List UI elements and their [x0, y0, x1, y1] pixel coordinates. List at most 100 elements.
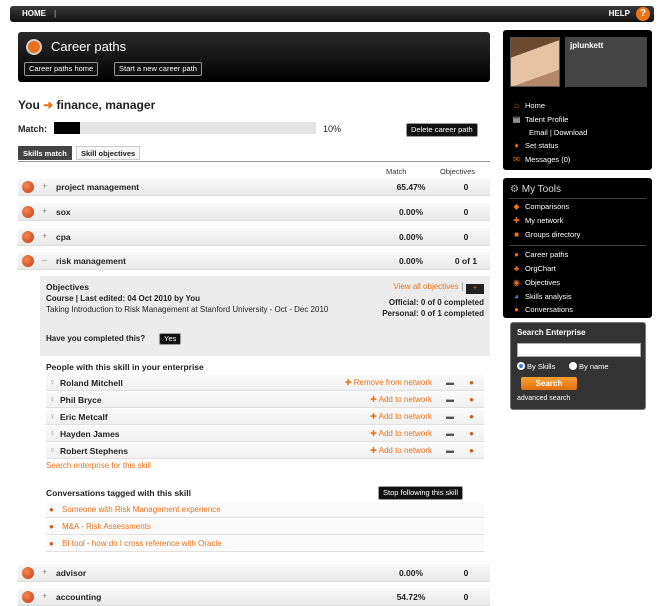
skill-name[interactable]: risk management: [56, 256, 126, 266]
chat-icon[interactable]: ●: [469, 378, 474, 387]
skill-row[interactable]: + advisor 0.00% 0: [18, 564, 490, 582]
tool-label[interactable]: OrgChart: [525, 264, 556, 273]
sidebar-label[interactable]: Home: [525, 101, 545, 110]
person-name[interactable]: Roland Mitchell: [60, 378, 123, 388]
network-action-text[interactable]: Remove from network: [354, 378, 432, 387]
tool-item-skills-analysis[interactable]: ◕ Skills analysis: [512, 292, 572, 301]
tool-label[interactable]: Skills analysis: [525, 292, 572, 301]
tool-item-conversations[interactable]: ● Conversations: [512, 305, 573, 314]
match-progress-fill: [54, 122, 81, 134]
tool-label[interactable]: Career paths: [525, 250, 568, 259]
network-action-link[interactable]: ✚ Remove from network: [345, 378, 432, 387]
sidebar-item-set-status[interactable]: ♦ Set status: [512, 141, 558, 150]
tool-label[interactable]: Objectives: [525, 278, 560, 287]
skill-row[interactable]: + sox 0.00% 0: [18, 203, 490, 221]
sidebar-item-messages[interactable]: ✉ Messages (0): [512, 155, 570, 164]
tool-item-my-network[interactable]: ✚ My network: [512, 216, 563, 225]
chat-icon[interactable]: ●: [469, 429, 474, 438]
search-input[interactable]: [517, 343, 641, 357]
network-action-link[interactable]: ✚ Add to network: [370, 446, 432, 455]
network-action-link[interactable]: ✚ Add to network: [370, 429, 432, 438]
advanced-search-link[interactable]: advanced search: [517, 395, 570, 402]
tool-label[interactable]: My network: [525, 216, 563, 225]
tool-item-orgchart[interactable]: ♣ OrgChart: [512, 264, 556, 273]
radio-selected-icon[interactable]: [517, 362, 525, 370]
add-objective-icon[interactable]: +: [466, 284, 484, 294]
search-button[interactable]: Search: [521, 377, 577, 390]
skill-name[interactable]: advisor: [56, 568, 86, 578]
expand-icon[interactable]: +: [42, 181, 47, 191]
chat-icon[interactable]: ●: [469, 412, 474, 421]
conversation-item[interactable]: ● Someone with Risk Management experienc…: [46, 502, 484, 518]
yes-button[interactable]: Yes: [159, 333, 182, 345]
skill-name[interactable]: sox: [56, 207, 71, 217]
new-career-path-button[interactable]: Start a new career path: [114, 62, 202, 76]
mail-icon[interactable]: ▬: [446, 446, 454, 455]
tab-skill-objectives[interactable]: Skill objectives: [76, 146, 141, 160]
network-action-text[interactable]: Add to network: [379, 395, 432, 404]
collapse-icon[interactable]: –: [42, 255, 47, 265]
skill-name[interactable]: accounting: [56, 592, 101, 602]
tool-item-groups-directory[interactable]: ■ Groups directory: [512, 230, 580, 239]
sidebar-label[interactable]: Set status: [525, 141, 558, 150]
radio-label[interactable]: By Skills: [527, 362, 555, 371]
stop-following-button[interactable]: Stop following this skill: [378, 486, 464, 500]
view-all-objectives-link[interactable]: View all objectives: [393, 282, 458, 291]
person-name[interactable]: Eric Metcalf: [60, 412, 108, 422]
radio-label[interactable]: By name: [579, 362, 609, 371]
chat-icon[interactable]: ●: [469, 446, 474, 455]
conversation-link[interactable]: BI tool - how do I cross reference with …: [62, 539, 222, 548]
email-link[interactable]: Email: [529, 128, 548, 137]
home-link[interactable]: HOME: [22, 9, 46, 18]
expand-icon[interactable]: +: [42, 567, 47, 577]
delete-career-path-button[interactable]: Delete career path: [406, 123, 478, 137]
expand-icon[interactable]: +: [42, 231, 47, 241]
mail-icon[interactable]: ▬: [446, 395, 454, 404]
conversation-link[interactable]: M&A - Risk Assessments: [62, 522, 151, 531]
skill-row[interactable]: + cpa 0.00% 0: [18, 228, 490, 246]
sidebar-item-talent-profile[interactable]: ▤ Talent Profile: [512, 115, 569, 124]
network-action-text[interactable]: Add to network: [379, 429, 432, 438]
tool-label[interactable]: Conversations: [525, 305, 573, 314]
search-enterprise-skill-link[interactable]: Search enterprise for this skill: [46, 461, 151, 470]
expand-icon[interactable]: +: [42, 591, 47, 601]
sidebar-item-home[interactable]: ⌂ Home: [512, 101, 545, 110]
tool-item-comparisons[interactable]: ◆ Comparisons: [512, 202, 569, 211]
sidebar-label[interactable]: Talent Profile: [525, 115, 568, 124]
help-icon[interactable]: ?: [636, 7, 650, 21]
mail-icon[interactable]: ▬: [446, 378, 454, 387]
skill-row[interactable]: + project management 65.47% 0: [18, 178, 490, 196]
chat-icon[interactable]: ●: [469, 395, 474, 404]
username[interactable]: jplunkett: [570, 41, 603, 50]
skill-name[interactable]: cpa: [56, 232, 71, 242]
conversation-item[interactable]: ● M&A - Risk Assessments: [46, 519, 484, 535]
help-link[interactable]: HELP: [609, 9, 630, 18]
sidebar-label[interactable]: Messages (0): [525, 155, 570, 164]
career-paths-home-button[interactable]: Career paths home: [24, 62, 99, 76]
person-name[interactable]: Robert Stephens: [60, 446, 128, 456]
mail-icon[interactable]: ▬: [446, 429, 454, 438]
skill-row[interactable]: + accounting 54.72% 0: [18, 588, 490, 606]
radio-by-skills[interactable]: By Skills: [517, 362, 555, 371]
radio-by-name[interactable]: By name: [569, 362, 609, 371]
network-action-text[interactable]: Add to network: [379, 446, 432, 455]
avatar[interactable]: [510, 37, 560, 87]
conversation-link[interactable]: Someone with Risk Management experience: [62, 505, 221, 514]
tool-label[interactable]: Comparisons: [525, 202, 569, 211]
skill-row[interactable]: – risk management 0.00% 0 of 1: [18, 252, 490, 270]
mail-icon[interactable]: ▬: [446, 412, 454, 421]
network-action-link[interactable]: ✚ Add to network: [370, 395, 432, 404]
download-link[interactable]: Download: [554, 128, 587, 137]
conversation-item[interactable]: ● BI tool - how do I cross reference wit…: [46, 536, 484, 552]
radio-unselected-icon[interactable]: [569, 362, 577, 370]
tool-item-career-paths[interactable]: ● Career paths: [512, 250, 568, 259]
expand-icon[interactable]: +: [42, 206, 47, 216]
person-name[interactable]: Hayden James: [60, 429, 120, 439]
tab-skills-match[interactable]: Skills match: [18, 146, 72, 160]
tool-label[interactable]: Groups directory: [525, 230, 580, 239]
tool-item-objectives[interactable]: ◉ Objectives: [512, 278, 560, 287]
network-action-text[interactable]: Add to network: [379, 412, 432, 421]
person-name[interactable]: Phil Bryce: [60, 395, 102, 405]
skill-name[interactable]: project management: [56, 182, 139, 192]
network-action-link[interactable]: ✚ Add to network: [370, 412, 432, 421]
